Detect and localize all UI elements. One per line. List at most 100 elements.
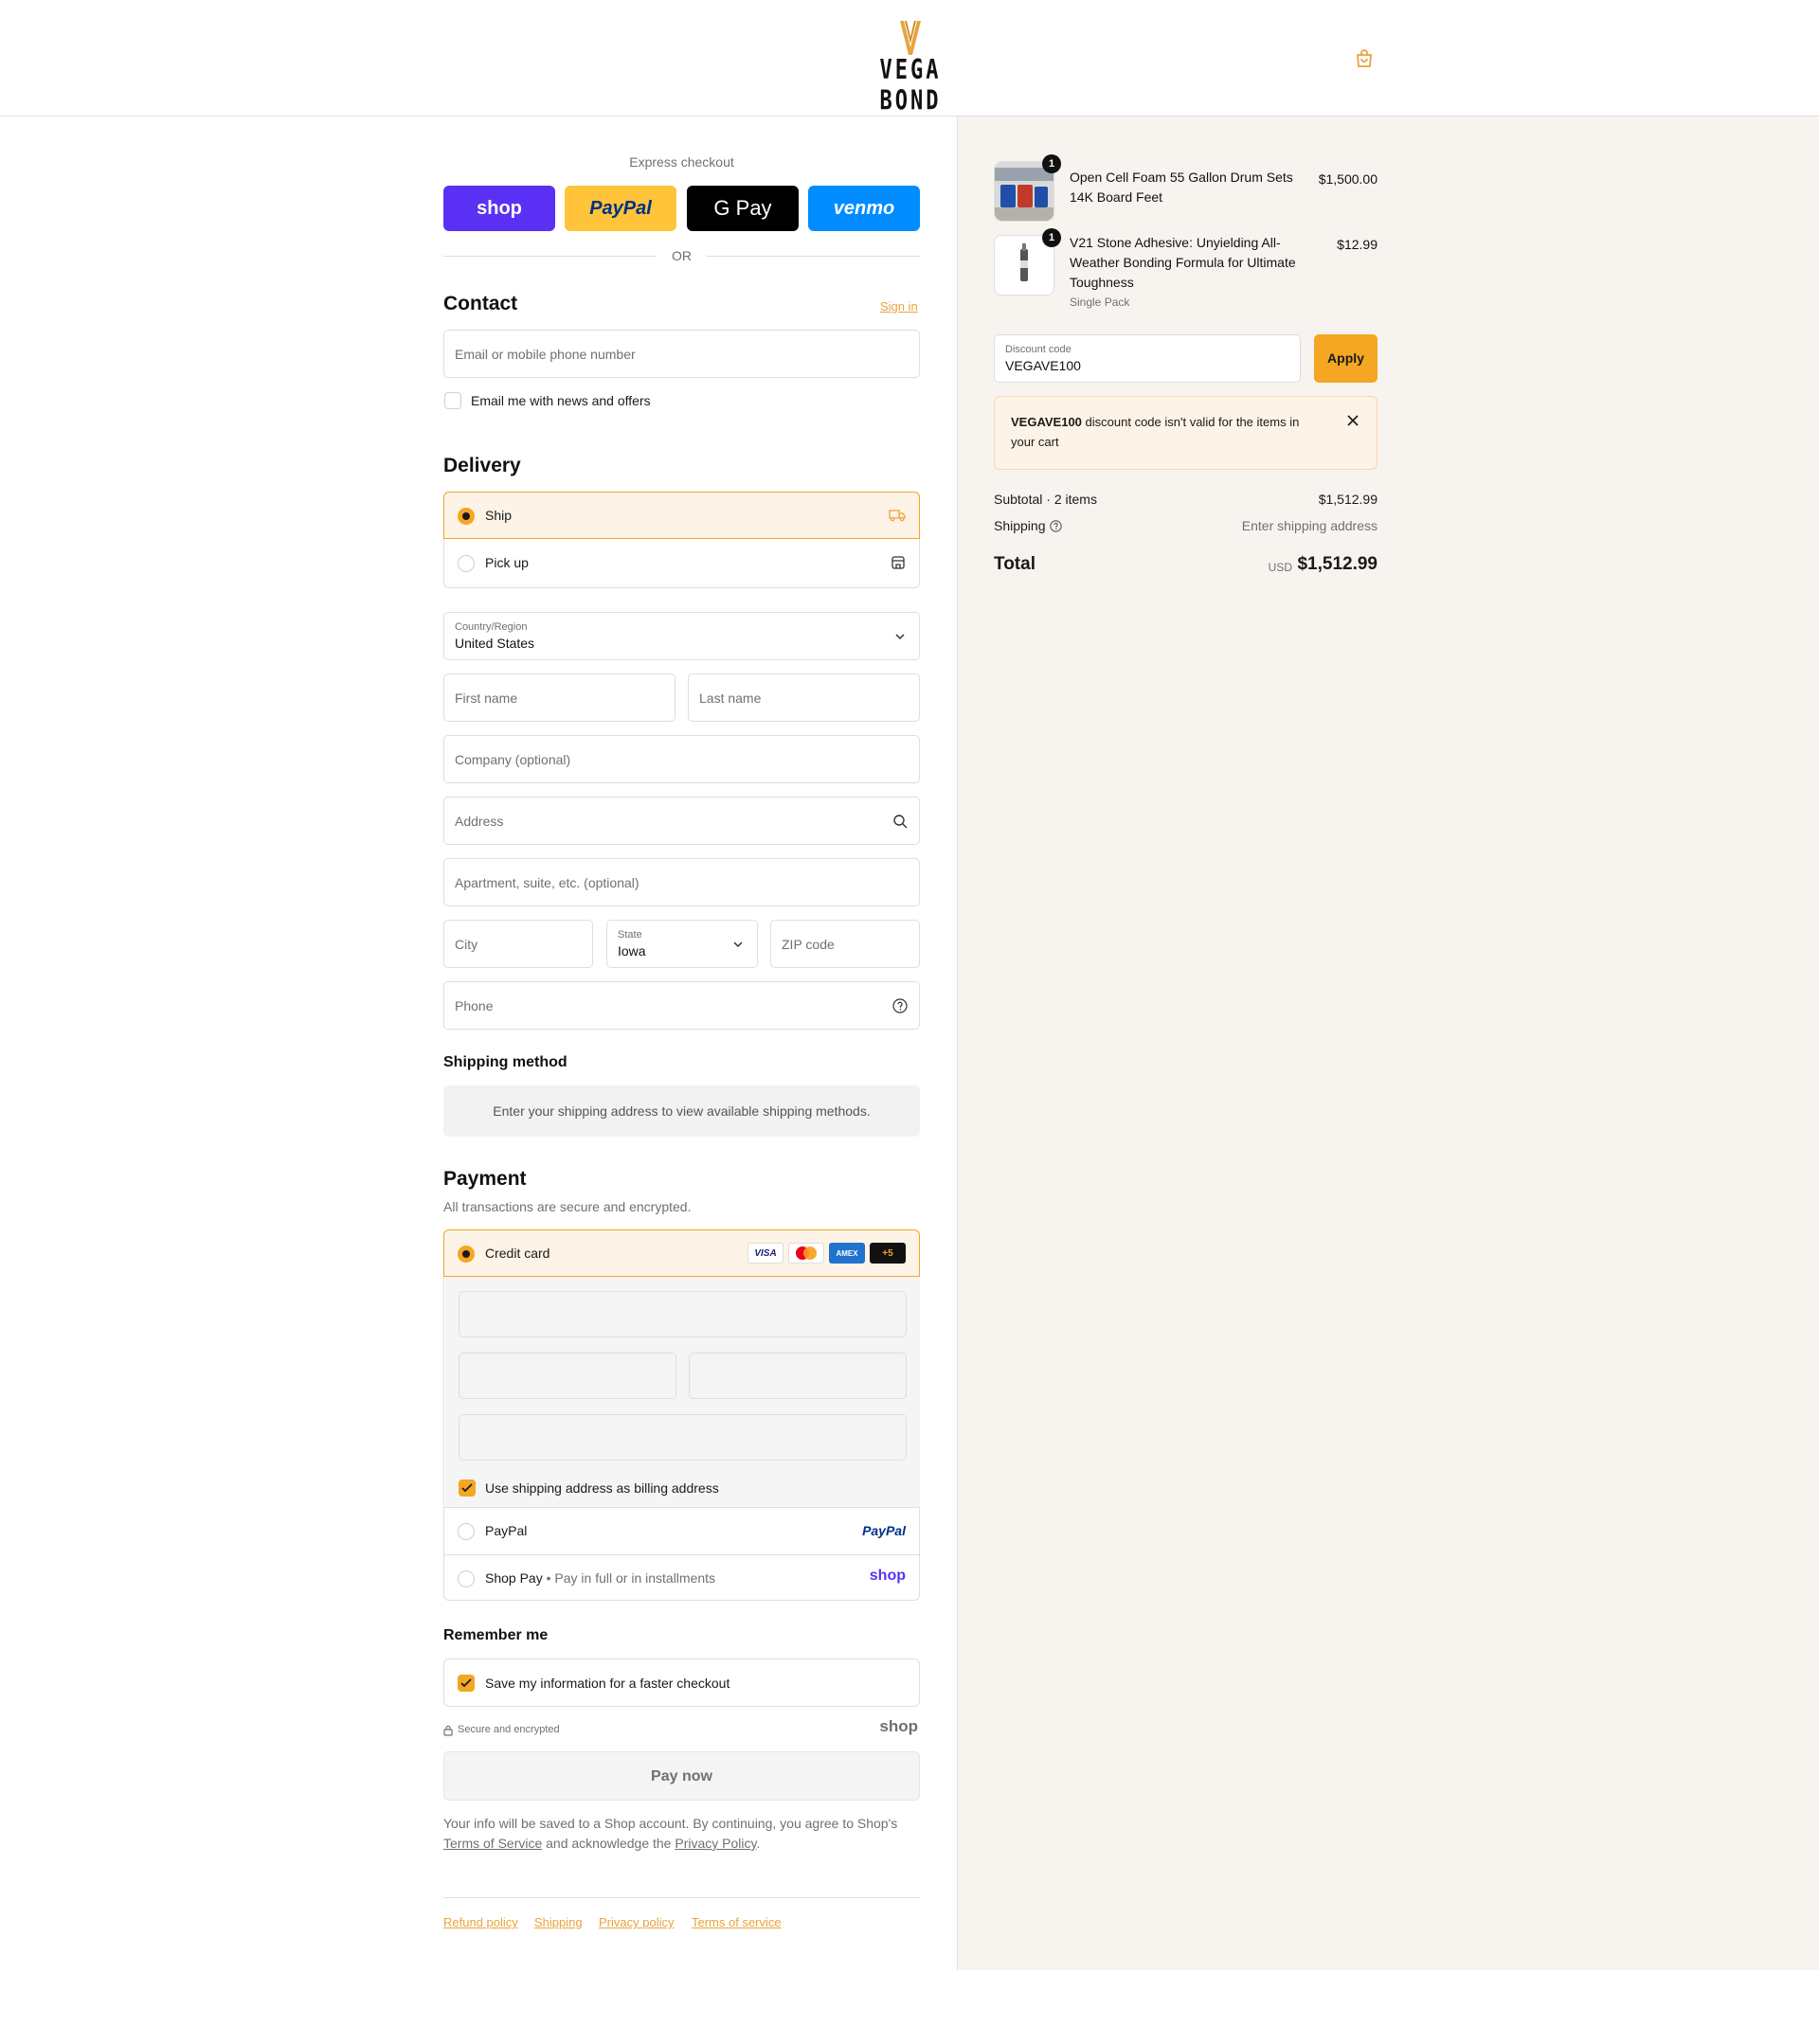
- city-input[interactable]: [444, 921, 592, 967]
- email-input[interactable]: [444, 331, 919, 377]
- quantity-badge: 1: [1042, 228, 1061, 247]
- shop-pay-radio[interactable]: [458, 1570, 475, 1587]
- delivery-title: Delivery: [443, 455, 521, 476]
- privacy-policy-link[interactable]: Privacy Policy: [675, 1836, 756, 1851]
- total-row: Total USD $1,512.99: [994, 554, 1378, 583]
- country-select[interactable]: Country/Region United States: [443, 612, 920, 660]
- shopping-bag-icon[interactable]: [1353, 47, 1376, 70]
- apartment-field[interactable]: [443, 858, 920, 906]
- product-variant: Single Pack: [1070, 296, 1130, 309]
- apartment-input[interactable]: [444, 859, 919, 905]
- payment-subtitle: All transactions are secure and encrypte…: [443, 1199, 692, 1214]
- subtotal-label: Subtotal · 2 items: [994, 492, 1097, 507]
- news-checkbox[interactable]: [444, 392, 461, 409]
- remember-title: Remember me: [443, 1627, 549, 1643]
- paypal-button[interactable]: PayPal: [565, 186, 676, 231]
- store-icon: [891, 556, 905, 569]
- first-name-field[interactable]: [443, 673, 675, 722]
- discount-code-field[interactable]: Discount code VEGAVE100: [994, 334, 1301, 383]
- checkout-form: Express checkout shop PayPal G Pay venmo…: [0, 117, 957, 1970]
- terms-of-service-footer-link[interactable]: Terms of service: [692, 1915, 782, 1929]
- chevron-down-icon: [895, 634, 905, 640]
- paypal-radio[interactable]: [458, 1523, 475, 1540]
- quantity-badge: 1: [1042, 154, 1061, 173]
- close-icon[interactable]: [1346, 414, 1360, 427]
- ship-radio[interactable]: [458, 508, 475, 525]
- save-info-checkbox[interactable]: [458, 1675, 475, 1692]
- card-number-field[interactable]: [459, 1291, 907, 1337]
- billing-label: Use shipping address as billing address: [485, 1480, 719, 1496]
- privacy-policy-footer-link[interactable]: Privacy policy: [599, 1915, 674, 1929]
- shipping-method-title: Shipping method: [443, 1054, 567, 1070]
- terms-of-service-link[interactable]: Terms of Service: [443, 1836, 542, 1851]
- apply-button[interactable]: Apply: [1314, 334, 1378, 383]
- product-name: V21 Stone Adhesive: Unyielding All-Weath…: [1070, 235, 1296, 290]
- card-expiry-field[interactable]: [459, 1353, 676, 1399]
- chevron-down-icon: [733, 941, 743, 948]
- product-price: $12.99: [1337, 237, 1378, 252]
- last-name-input[interactable]: [689, 674, 919, 721]
- remember-box[interactable]: Save my information for a faster checkou…: [443, 1659, 920, 1707]
- secure-label: Secure and encrypted: [458, 1724, 560, 1735]
- subtotal-value: $1,512.99: [1318, 492, 1378, 507]
- or-label: OR: [672, 248, 692, 263]
- paypal-logo: PayPal: [862, 1523, 906, 1538]
- venmo-button[interactable]: venmo: [808, 186, 920, 231]
- card-name-field[interactable]: [459, 1414, 907, 1461]
- product-name: Open Cell Foam 55 Gallon Drum Sets 14K B…: [1070, 170, 1293, 205]
- legal-text: Your info will be saved to a Shop accoun…: [443, 1816, 898, 1851]
- state-value: Iowa: [618, 943, 646, 959]
- state-select[interactable]: State Iowa: [606, 920, 758, 968]
- save-info-label: Save my information for a faster checkou…: [485, 1676, 730, 1691]
- payment-title: Payment: [443, 1168, 527, 1190]
- pickup-option[interactable]: Pick up: [444, 540, 919, 587]
- shop-pay-button[interactable]: shop: [443, 186, 555, 231]
- logo[interactable]: VEGA BOND: [870, 21, 951, 117]
- paypal-label: PayPal: [485, 1523, 528, 1538]
- zip-field[interactable]: [770, 920, 920, 968]
- email-field[interactable]: [443, 330, 920, 378]
- check-icon: [460, 1678, 472, 1688]
- help-icon[interactable]: [1050, 520, 1062, 532]
- credit-card-option[interactable]: Credit card VISA AMEX +5: [443, 1229, 920, 1277]
- news-label: Email me with news and offers: [471, 393, 651, 408]
- payment-options: Credit card VISA AMEX +5 Use shipping ad…: [443, 1229, 920, 1601]
- address-input[interactable]: [444, 798, 919, 844]
- paypal-option[interactable]: PayPal PayPal: [444, 1507, 919, 1554]
- delivery-options: Ship Pick up: [443, 492, 920, 588]
- phone-input[interactable]: [444, 982, 919, 1029]
- shop-logo: shop: [869, 1568, 906, 1584]
- discount-value[interactable]: VEGAVE100: [1005, 358, 1081, 373]
- discount-label: Discount code: [1005, 344, 1072, 355]
- credit-card-radio[interactable]: [458, 1246, 475, 1263]
- pay-now-button[interactable]: Pay now: [443, 1751, 920, 1801]
- product-image: 1: [994, 154, 1061, 222]
- check-icon: [461, 1483, 473, 1493]
- visa-icon: VISA: [747, 1243, 783, 1264]
- product-image: 1: [994, 228, 1061, 296]
- refund-policy-link[interactable]: Refund policy: [443, 1915, 518, 1929]
- shop-pay-option[interactable]: Shop Pay • Pay in full or in installment…: [444, 1554, 919, 1602]
- card-cvv-field[interactable]: [689, 1353, 907, 1399]
- sign-in-link[interactable]: Sign in: [880, 299, 918, 314]
- company-input[interactable]: [444, 736, 919, 782]
- billing-checkbox[interactable]: [459, 1479, 476, 1497]
- or-divider: OR: [443, 246, 920, 265]
- footer-divider: [443, 1897, 920, 1898]
- pickup-label: Pick up: [485, 555, 529, 570]
- pickup-radio[interactable]: [458, 555, 475, 572]
- state-label: State: [618, 929, 642, 941]
- zip-input[interactable]: [771, 921, 919, 967]
- city-field[interactable]: [443, 920, 593, 968]
- first-name-input[interactable]: [444, 674, 675, 721]
- company-field[interactable]: [443, 735, 920, 783]
- help-icon[interactable]: [892, 998, 908, 1013]
- google-pay-button[interactable]: G Pay: [687, 186, 799, 231]
- phone-field[interactable]: [443, 981, 920, 1030]
- address-field[interactable]: [443, 797, 920, 845]
- product-price: $1,500.00: [1318, 171, 1378, 187]
- truck-icon: [889, 510, 906, 522]
- last-name-field[interactable]: [688, 673, 920, 722]
- shipping-link[interactable]: Shipping: [534, 1915, 583, 1929]
- ship-option[interactable]: Ship: [443, 492, 920, 539]
